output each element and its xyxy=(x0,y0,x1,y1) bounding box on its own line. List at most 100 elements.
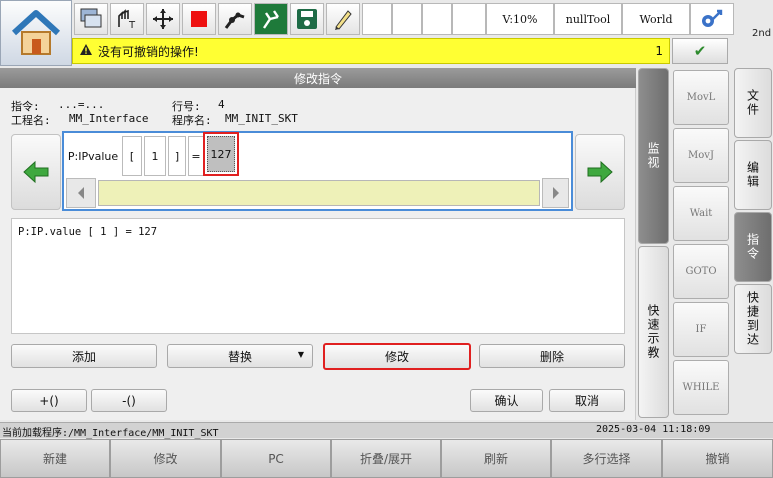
new-button[interactable]: 新建 xyxy=(0,439,110,478)
hand-teach-button[interactable]: T xyxy=(110,3,144,35)
pen-tool-icon xyxy=(335,10,352,30)
instr-value: ...=... xyxy=(58,98,105,111)
token-equals[interactable]: = xyxy=(188,136,204,176)
fold-expand-button[interactable]: 折叠/展开 xyxy=(331,439,441,478)
delete-button[interactable]: 删除 xyxy=(479,344,625,368)
add-parentheses-button[interactable]: +() xyxy=(11,389,87,412)
hand-teach-icon: T xyxy=(118,9,136,31)
cmd-while-button[interactable]: WHILE xyxy=(673,360,729,415)
project-label: 工程名: xyxy=(11,114,51,127)
dropdown-arrow-icon: ▼ xyxy=(297,350,304,359)
warning-icon xyxy=(79,43,93,59)
cmd-movj-button[interactable]: MovJ xyxy=(673,128,729,183)
edit-bottom-button[interactable]: 修改 xyxy=(110,439,221,478)
tab-file-label: 文件 xyxy=(745,89,760,117)
warning-message: 没有可撤销的操作! xyxy=(98,44,199,59)
arrow-left-icon xyxy=(23,160,49,184)
pc-button[interactable]: PC xyxy=(221,439,331,478)
status-blank-4 xyxy=(452,3,486,35)
dialog-title: 修改指令 xyxy=(0,68,636,88)
tab-monitor-label: 监视 xyxy=(646,142,660,170)
home-icon xyxy=(11,10,61,55)
loaded-program-text: 当前加载程序:/MM_Interface/MM_INIT_SKT xyxy=(2,428,219,439)
status-blank-1 xyxy=(362,3,392,35)
replace-dropdown[interactable]: 替换 ▼ xyxy=(167,344,313,368)
confirm-check-button[interactable]: ✔ xyxy=(672,38,728,64)
pen-tool-button[interactable] xyxy=(326,3,360,35)
run-mode-button[interactable] xyxy=(254,3,288,35)
instruction-text: P:IP.value [ 1 ] = 127 xyxy=(18,226,158,238)
multi-window-icon xyxy=(80,8,102,28)
tab-edit-label: 编辑 xyxy=(745,161,760,189)
scroll-right-icon xyxy=(552,187,559,199)
next-token-button[interactable] xyxy=(575,134,625,210)
replace-label: 替换 xyxy=(227,349,252,364)
status-blank-3 xyxy=(422,3,452,35)
svg-text:T: T xyxy=(128,20,136,31)
settings-button[interactable] xyxy=(690,3,734,35)
token-scrollbar[interactable] xyxy=(66,178,569,208)
scroll-left-button[interactable] xyxy=(66,178,96,208)
selected-token-highlight: 127 xyxy=(203,132,239,176)
project-value: MM_Interface xyxy=(69,112,149,125)
arrow-right-icon xyxy=(587,160,613,184)
multi-window-button[interactable] xyxy=(74,3,108,35)
token-editor: P:IPvalue [ 1 ] = 127 xyxy=(62,131,573,211)
run-mode-icon xyxy=(263,10,279,29)
speed-status: V:10% xyxy=(486,3,554,35)
home-button[interactable] xyxy=(0,0,72,66)
modify-button[interactable]: 修改 xyxy=(323,343,471,370)
tab-quick-teach[interactable]: 快速示教 xyxy=(638,246,669,418)
check-icon: ✔ xyxy=(693,42,707,60)
tab-instruction[interactable]: 指令 xyxy=(734,212,772,282)
robot-arm-button[interactable] xyxy=(218,3,252,35)
frame-status: World xyxy=(622,3,690,35)
tab-edit[interactable]: 编辑 xyxy=(734,140,772,210)
save-button[interactable] xyxy=(290,3,324,35)
axis-cross-icon xyxy=(153,9,173,29)
ok-button[interactable]: 确认 xyxy=(470,389,543,412)
multi-select-button[interactable]: 多行选择 xyxy=(551,439,662,478)
axis-button[interactable] xyxy=(146,3,180,35)
settings-robot-icon xyxy=(702,9,723,27)
tool-status: nullTool xyxy=(554,3,622,35)
tab-quick-jump-label: 快捷到达 xyxy=(745,291,760,347)
tab-monitor[interactable]: 监视 xyxy=(638,68,669,244)
status-bar: 当前加载程序:/MM_Interface/MM_INIT_SKT 2025-03… xyxy=(0,422,773,439)
program-label: 程序名: xyxy=(172,114,212,127)
cmd-if-button[interactable]: IF xyxy=(673,302,729,357)
token-bracket-close[interactable]: ] xyxy=(168,136,186,176)
token-index[interactable]: 1 xyxy=(144,136,166,176)
scroll-right-button[interactable] xyxy=(542,178,569,208)
add-button[interactable]: 添加 xyxy=(11,344,157,368)
tab-quick-teach-label: 快速示教 xyxy=(646,304,660,360)
stop-icon xyxy=(191,11,207,27)
robot-arm-icon xyxy=(224,12,245,29)
status-blank-2 xyxy=(392,3,422,35)
token-bracket-open[interactable]: [ xyxy=(122,136,142,176)
remove-parentheses-button[interactable]: -() xyxy=(91,389,167,412)
prev-token-button[interactable] xyxy=(11,134,61,210)
save-icon xyxy=(297,9,317,29)
scroll-left-icon xyxy=(78,187,84,199)
instruction-preview[interactable]: P:IP.value [ 1 ] = 127 xyxy=(11,218,625,334)
cmd-wait-button[interactable]: Wait xyxy=(673,186,729,241)
edge-label: 2nd xyxy=(752,28,772,39)
datetime-text: 2025-03-04 11:18:09 xyxy=(596,424,711,435)
token-value[interactable]: 127 xyxy=(207,136,235,172)
cancel-button[interactable]: 取消 xyxy=(549,389,625,412)
undo-button[interactable]: 撤销 xyxy=(662,439,773,478)
token-variable[interactable]: P:IPvalue xyxy=(66,136,120,176)
cmd-movl-button[interactable]: MovL xyxy=(673,70,729,125)
warning-bar: 没有可撤销的操作! 1 xyxy=(72,38,670,64)
warning-count: 1 xyxy=(655,44,663,58)
scroll-track[interactable] xyxy=(98,180,540,206)
cmd-goto-button[interactable]: GOTO xyxy=(673,244,729,299)
line-value: 4 xyxy=(218,98,225,111)
refresh-button[interactable]: 刷新 xyxy=(441,439,551,478)
program-value: MM_INIT_SKT xyxy=(225,112,298,125)
tab-file[interactable]: 文件 xyxy=(734,68,772,138)
tab-instruction-label: 指令 xyxy=(745,233,760,261)
stop-button[interactable] xyxy=(182,3,216,35)
tab-quick-jump[interactable]: 快捷到达 xyxy=(734,284,772,354)
